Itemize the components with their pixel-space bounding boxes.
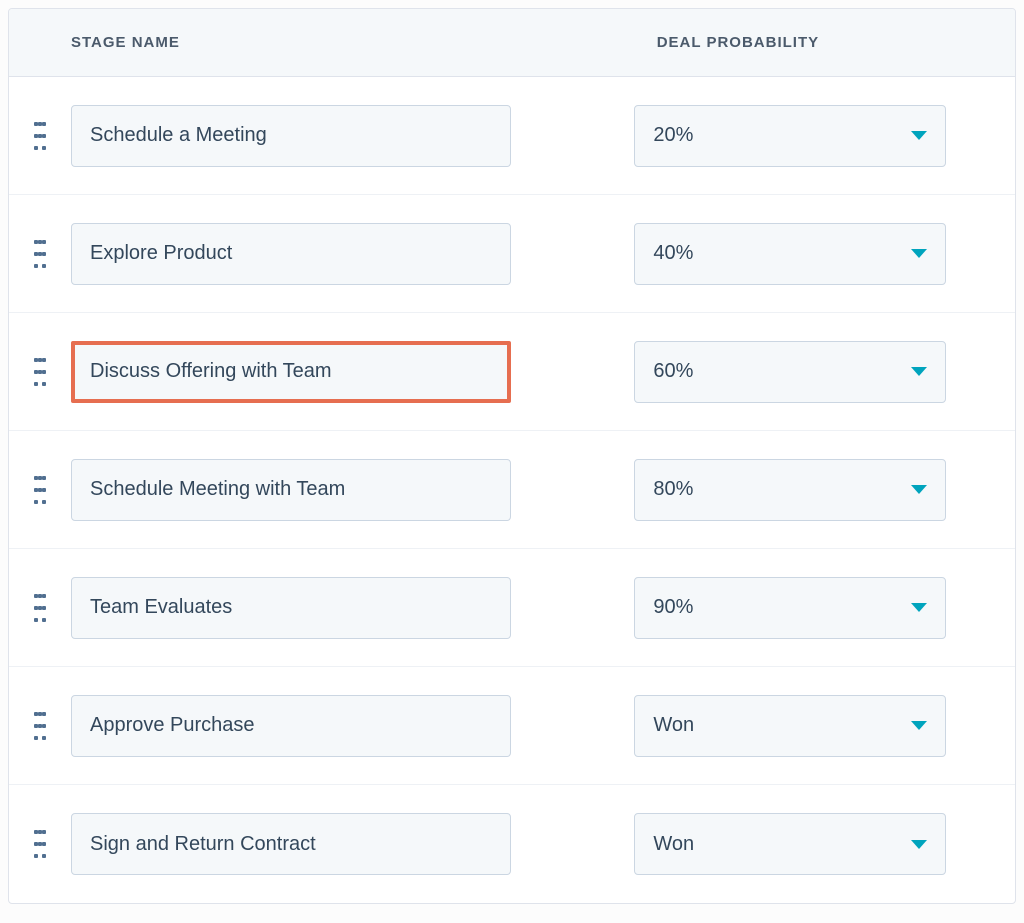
deal-probability-value: 40% <box>653 242 693 265</box>
chevron-down-icon <box>911 249 927 258</box>
column-header-stage-name: Stage Name <box>9 34 633 51</box>
drag-handle-icon[interactable] <box>34 122 46 150</box>
stage-row: 80% <box>9 431 1015 549</box>
deal-probability-value: Won <box>653 833 694 856</box>
deal-probability-select[interactable]: 20% <box>634 105 946 167</box>
stage-row: Won <box>9 667 1015 785</box>
deal-probability-select[interactable]: 60% <box>634 341 946 403</box>
drag-handle-icon[interactable] <box>34 476 46 504</box>
stage-name-input[interactable] <box>71 223 511 285</box>
deal-probability-select[interactable]: Won <box>634 695 946 757</box>
table-header: Stage Name Deal Probability <box>9 9 1015 77</box>
stage-row: Won <box>9 785 1015 903</box>
stage-name-input[interactable] <box>71 341 511 403</box>
stage-row: 90% <box>9 549 1015 667</box>
deal-probability-value: 60% <box>653 360 693 383</box>
stage-name-input[interactable] <box>71 695 511 757</box>
drag-handle-icon[interactable] <box>34 240 46 268</box>
deal-probability-select[interactable]: Won <box>634 813 946 875</box>
chevron-down-icon <box>911 485 927 494</box>
chevron-down-icon <box>911 367 927 376</box>
stage-row: 60% <box>9 313 1015 431</box>
stage-name-input[interactable] <box>71 577 511 639</box>
drag-handle-icon[interactable] <box>34 712 46 740</box>
deal-probability-value: 90% <box>653 596 693 619</box>
deal-probability-value: 80% <box>653 478 693 501</box>
deal-probability-value: 20% <box>653 124 693 147</box>
stage-name-input[interactable] <box>71 813 511 875</box>
column-header-deal-probability: Deal Probability <box>633 34 1015 51</box>
deal-probability-value: Won <box>653 714 694 737</box>
chevron-down-icon <box>911 721 927 730</box>
stage-name-input[interactable] <box>71 105 511 167</box>
deal-probability-select[interactable]: 90% <box>634 577 946 639</box>
drag-handle-icon[interactable] <box>34 594 46 622</box>
stage-row: 20% <box>9 77 1015 195</box>
stage-name-input[interactable] <box>71 459 511 521</box>
drag-handle-icon[interactable] <box>34 358 46 386</box>
pipeline-stages-panel: Stage Name Deal Probability 20% <box>8 8 1016 904</box>
drag-handle-icon[interactable] <box>34 830 46 858</box>
deal-probability-select[interactable]: 40% <box>634 223 946 285</box>
stage-row: 40% <box>9 195 1015 313</box>
deal-probability-select[interactable]: 80% <box>634 459 946 521</box>
chevron-down-icon <box>911 131 927 140</box>
chevron-down-icon <box>911 603 927 612</box>
chevron-down-icon <box>911 840 927 849</box>
